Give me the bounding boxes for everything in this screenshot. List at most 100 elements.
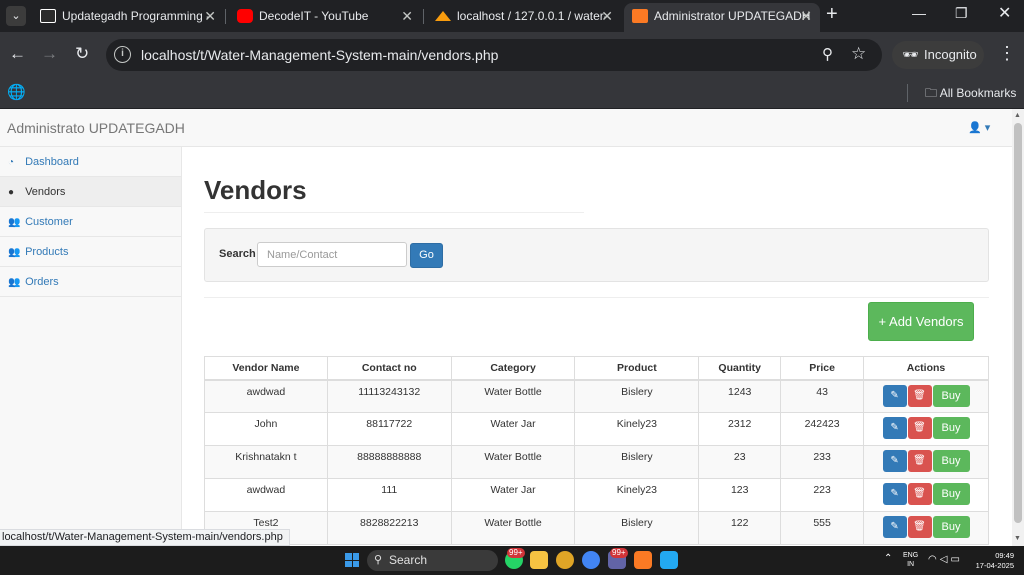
brand-title[interactable]: Administrato UPDATEGADH [7, 120, 185, 136]
sidebar-item-customer[interactable]: 👥 Customer [0, 207, 181, 237]
product-cell: Kinely23 [574, 412, 700, 446]
column-header-actions: Actions [863, 356, 989, 381]
delete-icon[interactable]: 🗑 [907, 483, 932, 505]
quantity-cell: 1243 [698, 379, 782, 413]
sidebar-item-products[interactable]: 👥 Products [0, 237, 181, 267]
sidebar-item-vendors[interactable]: ● Vendors [0, 177, 181, 207]
url-text[interactable]: localhost/t/Water-Management-System-main… [141, 47, 498, 63]
all-bookmarks-button[interactable]: 🗀 All Bookmarks [925, 84, 1016, 105]
top-navbar: Administrato UPDATEGADH 👤 ▾ [0, 109, 1012, 147]
buy-button[interactable]: Buy [932, 417, 970, 439]
go-button[interactable]: Go [410, 243, 443, 268]
edit-icon[interactable]: ✎ [882, 450, 907, 472]
browser-toolbar: ← → ↻ i localhost/t/Water-Management-Sys… [0, 32, 1024, 78]
incognito-label: Incognito [924, 47, 977, 62]
restore-icon[interactable]: ❐ [955, 5, 968, 22]
clock[interactable]: 09:49 17-04-2025 [974, 551, 1014, 571]
taskbar-search[interactable]: ⚲ Search [367, 550, 498, 571]
contact-cell: 111 [326, 478, 452, 512]
buy-button[interactable]: Buy [932, 450, 970, 472]
link-status-tooltip: localhost/t/Water-Management-System-main… [0, 529, 290, 546]
buy-button[interactable]: Buy [932, 516, 970, 538]
windows-start-icon[interactable] [345, 553, 359, 567]
chrome-icon[interactable] [556, 551, 574, 569]
tab-administrator[interactable]: Administrator UPDATEGADH ✕ [624, 3, 820, 32]
page-scrollbar[interactable]: ▲ ▼ [1012, 109, 1024, 546]
price-cell: 242423 [780, 412, 865, 446]
edit-icon[interactable]: ✎ [882, 516, 907, 538]
buy-button[interactable]: Buy [932, 384, 970, 407]
language-indicator[interactable]: ENG IN [903, 551, 918, 569]
xampp-taskbar-icon[interactable] [634, 551, 652, 569]
content-divider [204, 297, 989, 298]
minimize-icon[interactable]: — [912, 5, 926, 21]
close-icon[interactable]: ✕ [204, 3, 216, 29]
edit-icon[interactable]: ✎ [882, 483, 907, 505]
battery-icon: ▭ [950, 554, 963, 565]
chevron-up-icon[interactable]: ⌃ [884, 553, 892, 564]
sidebar-item-label: Dashboard [25, 156, 79, 168]
system-tray[interactable]: ◠◁▭ [928, 554, 963, 565]
close-icon[interactable]: ✕ [401, 3, 413, 29]
close-icon[interactable]: ✕ [601, 3, 613, 29]
clock-date: 17-04-2025 [975, 561, 1014, 570]
globe-icon[interactable]: 🌐 [7, 83, 26, 101]
file-explorer-icon[interactable] [530, 551, 548, 569]
tab-youtube[interactable]: DecodeIT - YouTube ✕ [229, 3, 421, 32]
tab-phpmyadmin[interactable]: localhost / 127.0.0.1 / water- ✕ [427, 3, 621, 32]
reload-icon[interactable]: ↻ [75, 44, 89, 64]
user-icon: 👤 [968, 122, 982, 134]
tab-title: DecodeIT - YouTube [259, 9, 369, 23]
taskbar-search-label: Search [389, 553, 428, 567]
scroll-up-icon[interactable]: ▲ [1014, 112, 1021, 119]
menu-icon[interactable]: ⋮ [998, 43, 1016, 64]
back-icon[interactable]: ← [9, 44, 26, 64]
table-row: awdwad 11113243132 Water Bottle Bislery 1243… [204, 379, 989, 413]
table-row: awdwad 111 Water Jar Kinely23 123 223 ✎ 🗑 Buy [204, 478, 989, 512]
delete-icon[interactable]: 🗑 [907, 417, 932, 439]
delete-icon[interactable]: 🗑 [907, 384, 932, 407]
price-cell: 43 [780, 379, 865, 413]
search-input[interactable] [257, 242, 407, 267]
sidebar-item-dashboard[interactable]: ◔ Dashboard [0, 147, 181, 177]
user-dropdown[interactable]: 👤 ▾ [968, 121, 990, 134]
zoom-icon[interactable]: ⚲ [822, 45, 833, 63]
forward-icon[interactable]: → [41, 44, 58, 64]
users-icon: 👥 [8, 247, 21, 258]
buy-button[interactable]: Buy [932, 483, 970, 505]
site-info-icon[interactable]: i [114, 46, 131, 63]
sidebar-item-label: Vendors [25, 186, 66, 198]
window-close-icon[interactable]: ✕ [998, 3, 1011, 23]
price-cell: 233 [780, 445, 865, 479]
edit-icon[interactable]: ✎ [882, 384, 907, 407]
actions-cell: ✎ 🗑 Buy [863, 478, 989, 512]
tab-search-button[interactable]: ⌄ [6, 6, 26, 26]
chrome-profile-icon[interactable] [582, 551, 600, 569]
add-vendors-button[interactable]: + Add Vendors [868, 302, 974, 341]
incognito-button[interactable]: 🕶 Incognito [892, 41, 984, 69]
users-icon: 👥 [8, 217, 21, 228]
incognito-icon: 🕶 [902, 47, 919, 62]
tab-updategadh[interactable]: Updategadh Programming - ✕ [32, 3, 224, 32]
vscode-icon[interactable] [660, 551, 678, 569]
volume-icon: ◁ [939, 554, 951, 565]
quantity-cell: 122 [698, 511, 782, 545]
sidebar-item-orders[interactable]: 👥 Orders [0, 267, 181, 297]
vendor-name-cell: awdwad [204, 478, 328, 512]
caret-down-icon: ▾ [984, 122, 991, 134]
address-bar[interactable]: i localhost/t/Water-Management-System-ma… [106, 39, 882, 71]
delete-icon[interactable]: 🗑 [907, 516, 932, 538]
title-divider [204, 212, 584, 213]
close-icon[interactable]: ✕ [800, 3, 812, 29]
bookmark-star-icon[interactable]: ☆ [851, 44, 866, 64]
delete-icon[interactable]: 🗑 [907, 450, 932, 472]
quantity-cell: 2312 [698, 412, 782, 446]
scroll-down-icon[interactable]: ▼ [1014, 535, 1021, 542]
column-header-vendor-name: Vendor Name [204, 356, 328, 381]
column-header-product: Product [574, 356, 700, 381]
clock-time: 09:49 [995, 551, 1014, 560]
new-tab-button[interactable]: + [826, 3, 838, 26]
sidebar: ◔ Dashboard ● Vendors 👥 Customer 👥 Produ… [0, 147, 182, 546]
scrollbar-thumb[interactable] [1014, 123, 1022, 523]
edit-icon[interactable]: ✎ [882, 417, 907, 439]
